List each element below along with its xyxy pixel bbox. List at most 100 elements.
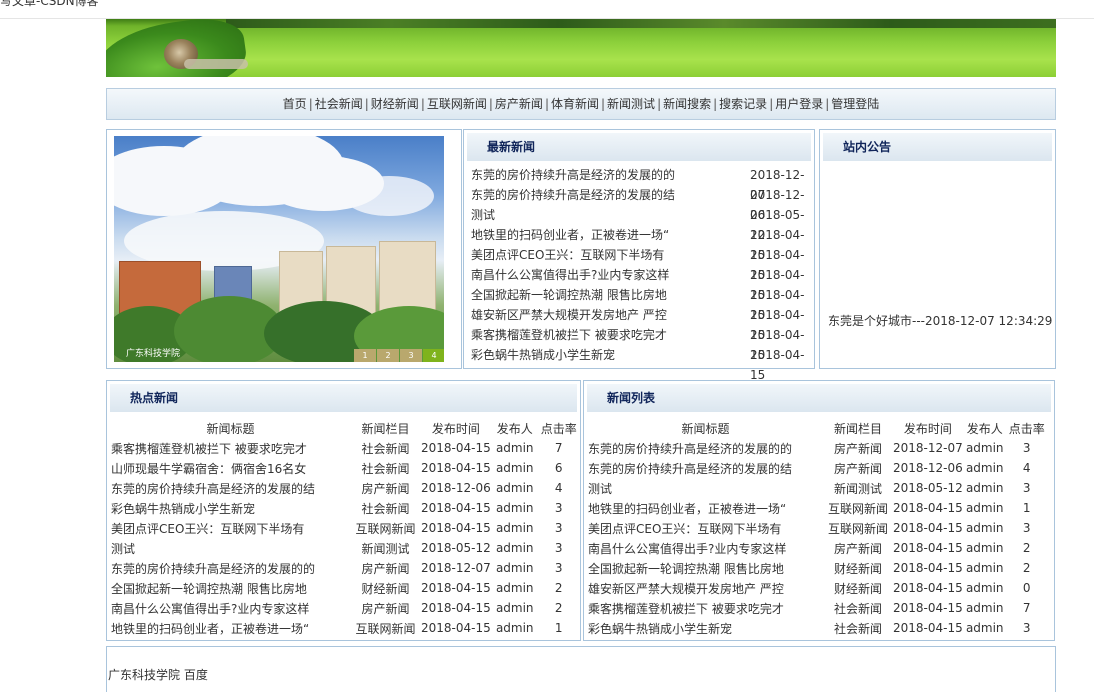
latest-news-list: 东莞的房价持续升高是经济的发展的的 2018-12-07 东莞的房价持续升高是经济… [464,165,814,382]
slide-page-3[interactable]: 3 [400,349,422,362]
announcement-panel: 站内公告 东莞是个好城市---2018-12-07 12:34:29 [819,129,1056,369]
row-clicks: 3 [554,561,563,575]
tab-title[interactable]: 写文章-CSDN博客 [0,0,99,9]
nav-finance-news[interactable]: 财经新闻 [371,97,419,111]
row-clicks: 3 [1022,481,1031,495]
table-row: 测试 新闻测试 2018-05-12 admin 3 [588,478,1047,498]
row-date: 2018-04-15 [421,581,491,595]
row-title[interactable]: 乘客携榴莲登机被拦下 被要求吃完才 [111,438,350,458]
row-author: admin [495,621,534,635]
slide-page-1[interactable]: 1 [354,349,376,362]
list-item[interactable]: 乘客携榴莲登机被拦下 被要求吃完才 2018-04-15 [464,325,814,362]
campus-photo[interactable]: 广东科技学院 1 2 3 4 [114,136,444,362]
row-clicks: 6 [554,461,563,475]
row-category: 新闻测试 [361,541,410,556]
row-title[interactable]: 东莞的房价持续升高是经济的发展的结 [111,478,350,498]
row-clicks: 3 [554,521,563,535]
row-title[interactable]: 彩色蜗牛热销成小学生新宠 [111,498,350,518]
row-clicks: 1 [1022,501,1031,515]
row-category: 房产新闻 [361,601,410,616]
row-title[interactable]: 地铁里的扫码创业者，正被卷进一场“ [111,618,350,638]
row-title[interactable]: 南昌什么公寓值得出手?业内专家这样 [111,598,350,618]
photo-caption: 广东科技学院 [126,349,181,359]
row-title[interactable]: 彩色蜗牛热销成小学生新宠 [588,618,823,638]
col-title: 新闻标题 [681,421,730,436]
list-item[interactable]: 雄安新区严禁大规模开发房地产 严控 2018-04-15 [464,305,814,342]
slide-page-4[interactable]: 4 [423,349,444,362]
row-title[interactable]: 东莞的房价持续升高是经济的发展的结 [588,458,823,478]
row-category: 社会新闻 [833,621,882,636]
col-date: 发布时间 [903,421,952,436]
nav-internet-news[interactable]: 互联网新闻 [427,97,487,111]
row-title[interactable]: 乘客携榴莲登机被拦下 被要求吃完才 [588,598,823,618]
nav-separator: | [713,97,718,111]
row-title[interactable]: 东莞的房价持续升高是经济的发展的的 [111,558,350,578]
row-title[interactable]: 美团点评CEO王兴：互联网下半场有 [588,518,823,538]
list-item[interactable]: 东莞的房价持续升高是经济的发展的结 2018-12-06 [464,185,814,222]
table-row: 地铁里的扫码创业者，正被卷进一场“ 互联网新闻 2018-04-15 admin 1 [111,618,579,638]
row-clicks: 7 [554,441,563,455]
col-date: 发布时间 [431,421,480,436]
nav-separator: | [488,97,493,111]
row-title[interactable]: 山师现最牛学霸宿舍：俩宿舍16名女 [111,458,350,478]
nav-user-login[interactable]: 用户登录 [775,97,823,111]
row-author: admin [965,481,1004,495]
col-author: 发布人 [496,421,533,436]
nav-separator: | [769,97,774,111]
row-clicks: 2 [1022,561,1031,575]
row-date: 2018-12-06 [893,461,963,475]
nav-test-news[interactable]: 新闻测试 [607,97,655,111]
footer-link-gdust[interactable]: 广东科技学院 [108,668,180,682]
list-item[interactable]: 南昌什么公寓值得出手?业内专家这样 2018-04-15 [464,265,814,302]
list-item[interactable]: 地铁里的扫码创业者，正被卷进一场“ 2018-04-15 [464,225,814,262]
row-title[interactable]: 全国掀起新一轮调控热潮 限售比房地 [111,578,350,598]
row-clicks: 4 [1022,461,1031,475]
nav-news-search[interactable]: 新闻搜索 [663,97,711,111]
latest-news-panel: 最新新闻 东莞的房价持续升高是经济的发展的的 2018-12-07 东莞的房价持续… [463,129,815,382]
footer-links-panel: 广东科技学院 百度 [106,646,1056,692]
row-date: 2018-05-12 [893,481,963,495]
row-category: 互联网新闻 [355,621,416,636]
hot-news-heading: 热点新闻 [110,384,577,412]
row-category: 房产新闻 [833,461,882,476]
row-title[interactable]: 测试 [588,478,823,498]
footer-link-baidu[interactable]: 百度 [184,668,208,682]
row-category: 互联网新闻 [827,521,888,536]
table-header-row: 新闻标题 新闻栏目 发布时间 发布人 点击率 [111,418,579,438]
row-date: 2018-04-15 [421,461,491,475]
slide-page-2[interactable]: 2 [377,349,399,362]
nav-separator: | [825,97,830,111]
list-item[interactable]: 彩色蜗牛热销成小学生新宠 2018-04-15 [464,345,814,382]
list-item[interactable]: 测试 2018-05-12 [464,205,814,242]
row-title[interactable]: 东莞的房价持续升高是经济的发展的的 [588,438,823,458]
list-item[interactable]: 全国掀起新一轮调控热潮 限售比房地 2018-04-15 [464,285,814,322]
nav-admin-login[interactable]: 管理登陆 [831,97,879,111]
browser-tab-strip: 写文章-CSDN博客 [0,0,1094,19]
row-clicks: 3 [1022,521,1031,535]
row-title[interactable]: 全国掀起新一轮调控热潮 限售比房地 [588,558,823,578]
row-clicks: 2 [554,601,563,615]
row-clicks: 3 [554,501,563,515]
table-row: 南昌什么公寓值得出手?业内专家这样 房产新闻 2018-04-15 admin 2 [111,598,579,618]
nav-sports-news[interactable]: 体育新闻 [551,97,599,111]
nav-home[interactable]: 首页 [283,97,307,111]
row-title[interactable]: 地铁里的扫码创业者，正被卷进一场“ [588,498,823,518]
row-title[interactable]: 美团点评CEO王兴：互联网下半场有 [111,518,350,538]
nav-realestate-news[interactable]: 房产新闻 [495,97,543,111]
row-clicks: 3 [554,541,563,555]
nav-social-news[interactable]: 社会新闻 [315,97,363,111]
row-author: admin [965,581,1004,595]
nav-separator: | [657,97,662,111]
row-date: 2018-12-06 [421,481,491,495]
list-item[interactable]: 东莞的房价持续升高是经济的发展的的 2018-12-07 [464,165,814,202]
table-row: 东莞的房价持续升高是经济的发展的的 房产新闻 2018-12-07 admin 3 [588,438,1047,458]
nav-search-history[interactable]: 搜索记录 [719,97,767,111]
list-item[interactable]: 美团点评CEO王兴：互联网下半场有 2018-04-15 [464,245,814,282]
row-author: admin [965,501,1004,515]
row-title[interactable]: 雄安新区严禁大规模开发房地产 严控 [588,578,823,598]
row-date: 2018-05-12 [421,541,491,555]
row-author: admin [495,501,534,515]
row-title[interactable]: 测试 [111,538,350,558]
col-author: 发布人 [966,421,1003,436]
row-title[interactable]: 南昌什么公寓值得出手?业内专家这样 [588,538,823,558]
